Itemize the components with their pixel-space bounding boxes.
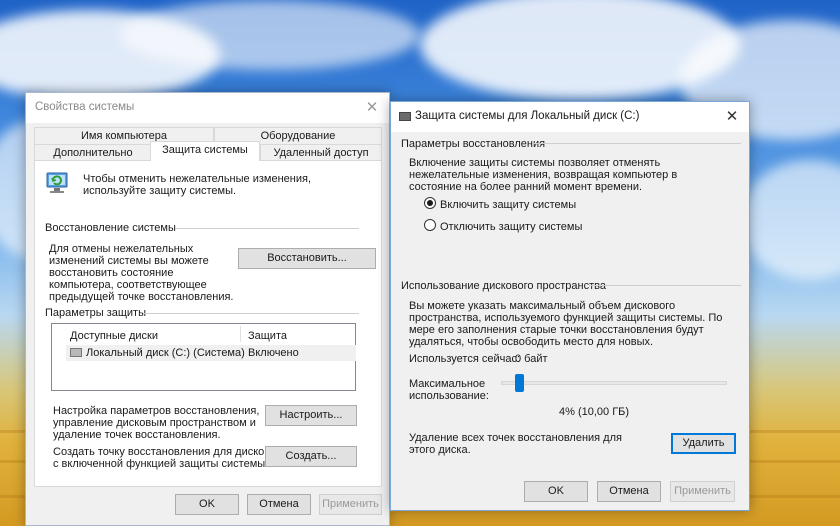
current-usage-value: 0 байт — [515, 353, 548, 365]
create-description: Создать точку восстановления для дисков … — [53, 446, 271, 470]
radio-dot — [427, 200, 433, 206]
column-header-protection[interactable]: Защита — [248, 330, 287, 342]
table-row[interactable]: Локальный диск (C:) (Система) Включено — [66, 345, 356, 361]
restore-settings-description: Включение защиты системы позволяет отмен… — [409, 157, 678, 193]
current-usage-label: Используется сейчас: — [409, 353, 521, 365]
restore-heading: Восстановление системы — [45, 222, 176, 234]
ok-button[interactable]: OK — [175, 494, 239, 515]
max-usage-slider-track[interactable] — [501, 381, 727, 385]
disk-protection-window: Защита системы для Локальный диск (C:) ✕… — [390, 101, 750, 511]
divider — [143, 313, 359, 314]
create-button[interactable]: Создать... — [265, 446, 357, 467]
drive-name: Локальный диск (C:) (Система) — [86, 347, 245, 359]
delete-description: Удаление всех точек восстановления для э… — [409, 432, 622, 456]
close-icon[interactable]: ✕ — [721, 106, 743, 128]
configure-button[interactable]: Настроить... — [265, 405, 357, 426]
title-bar: Свойства системы ✕ — [26, 93, 389, 123]
intro-text: Чтобы отменить нежелательные изменения, … — [83, 173, 312, 197]
shield-computer-icon — [45, 171, 71, 195]
restore-settings-heading: Параметры восстановления — [401, 138, 546, 150]
cancel-button[interactable]: Отмена — [597, 481, 661, 502]
column-header-drives[interactable]: Доступные диски — [70, 330, 158, 342]
radio-enable-protection[interactable] — [424, 197, 436, 209]
drive-status: Включено — [248, 347, 299, 359]
tab-panel: Чтобы отменить нежелательные изменения, … — [34, 160, 382, 487]
max-usage-slider-thumb[interactable] — [514, 374, 524, 392]
system-properties-window: Свойства системы ✕ Имя компьютера Оборуд… — [25, 92, 390, 526]
enable-protection-label[interactable]: Включить защиту системы — [440, 199, 576, 211]
disk-usage-heading: Использование дискового пространства — [401, 280, 606, 292]
app-icon — [399, 112, 411, 121]
column-divider — [240, 326, 241, 342]
max-usage-label: Максимальное использование: — [409, 378, 489, 402]
restore-button[interactable]: Восстановить... — [238, 248, 376, 269]
drive-icon — [70, 348, 82, 357]
delete-button[interactable]: Удалить — [671, 433, 736, 454]
cancel-button[interactable]: Отмена — [247, 494, 311, 515]
tab-remote[interactable]: Удаленный доступ — [260, 144, 382, 161]
close-icon[interactable]: ✕ — [361, 97, 383, 119]
title-bar: Защита системы для Локальный диск (C:) ✕ — [391, 102, 749, 132]
window-title: Свойства системы — [35, 101, 135, 113]
drives-list[interactable]: Доступные диски Защита Локальный диск (C… — [51, 323, 356, 391]
apply-button[interactable]: Применить — [319, 494, 382, 515]
radio-disable-protection[interactable] — [424, 219, 436, 231]
configure-description: Настройка параметров восстановления, упр… — [53, 405, 260, 441]
max-usage-value: 4% (10,00 ГБ) — [559, 406, 630, 418]
divider — [589, 285, 741, 286]
restore-description: Для отмены нежелательных изменений систе… — [49, 243, 234, 303]
window-title: Защита системы для Локальный диск (C:) — [415, 110, 640, 122]
ok-button[interactable]: OK — [524, 481, 588, 502]
divider — [533, 143, 741, 144]
divider — [175, 228, 359, 229]
tab-advanced[interactable]: Дополнительно — [34, 144, 152, 161]
tab-system-protection[interactable]: Защита системы — [150, 141, 260, 161]
disable-protection-label[interactable]: Отключить защиту системы — [440, 221, 582, 233]
disk-usage-description: Вы можете указать максимальный объем дис… — [409, 300, 723, 348]
protection-heading: Параметры защиты — [45, 307, 146, 319]
apply-button[interactable]: Применить — [670, 481, 735, 502]
